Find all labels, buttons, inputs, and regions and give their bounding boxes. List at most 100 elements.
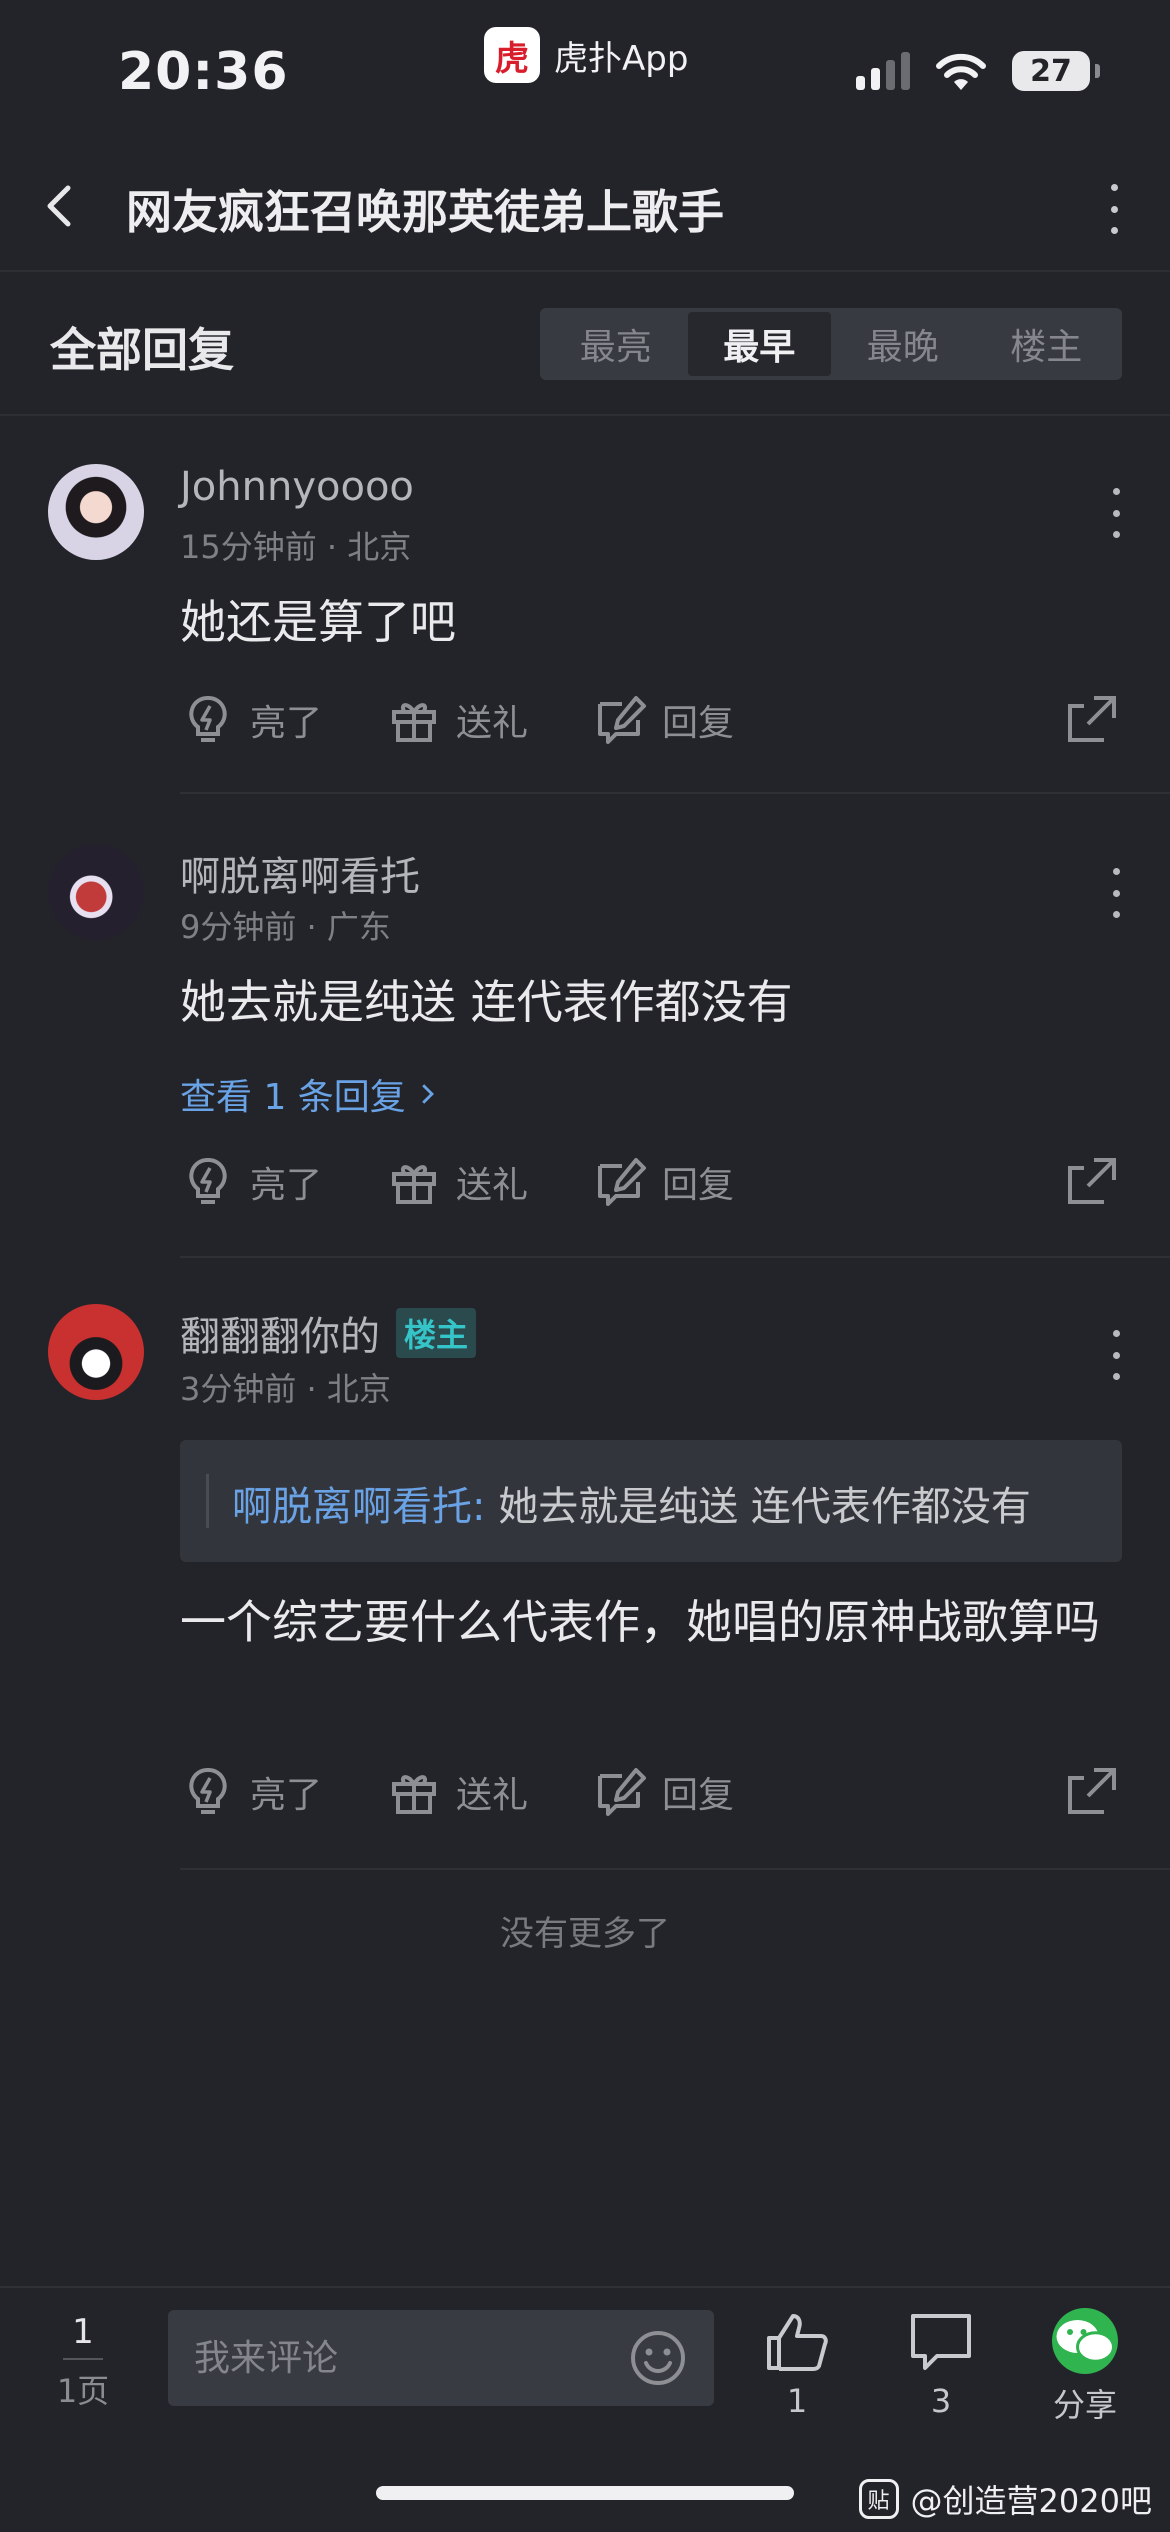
lightbulb-icon <box>189 1768 227 1814</box>
comment-meta: 9分钟前 · 广东 <box>180 908 391 946</box>
comment-author[interactable]: Johnnyoooo <box>180 464 414 510</box>
comment-count: 3 <box>930 2382 952 2420</box>
comment-author[interactable]: 啊脱离啊看托 <box>180 844 420 902</box>
quote-user[interactable]: 啊脱离啊看托: <box>232 1484 485 1530</box>
reply-edit-icon <box>598 696 646 744</box>
status-icons: 27 <box>856 50 1100 92</box>
author-name: 翻翻翻你的 <box>180 1314 380 1360</box>
reply-edit-icon <box>598 1158 646 1206</box>
reply-label: 回复 <box>662 703 735 744</box>
share-icon[interactable] <box>1064 1154 1120 1210</box>
view-replies-link[interactable]: 查看 1 条回复 <box>180 1068 436 1120</box>
reply-label: 回复 <box>662 1165 735 1206</box>
comment-item: 啊脱离啊看托 9分钟前 · 广东 她去就是纯送 连代表作都没有 查看 1 条回复… <box>0 798 1170 1258</box>
total-pages: 1页 <box>56 2372 110 2410</box>
gift-label: 送礼 <box>456 703 529 744</box>
light-label: 亮了 <box>250 1775 323 1816</box>
cellular-signal-icon <box>856 52 910 90</box>
more-vertical-icon[interactable] <box>1096 868 1136 918</box>
gift-button[interactable]: 送礼 <box>386 688 528 752</box>
light-button[interactable]: 亮了 <box>180 688 322 752</box>
quote-text: 啊脱离啊看托: 她去就是纯送 连代表作都没有 <box>232 1474 1031 1532</box>
comment-meta: 15分钟前 · 北京 <box>180 528 412 566</box>
chevron-right-icon <box>422 1084 434 1104</box>
reply-edit-icon <box>598 1768 646 1816</box>
lightbulb-icon <box>189 696 227 742</box>
reply-button[interactable]: 回复 <box>592 1150 734 1214</box>
comment-text: 她还是算了吧 <box>180 595 456 649</box>
comment-author[interactable]: 翻翻翻你的 楼主 <box>180 1304 477 1362</box>
tab-latest[interactable]: 最晚 <box>831 312 975 376</box>
gift-icon <box>392 703 436 742</box>
avatar[interactable] <box>48 1304 144 1400</box>
comments-button[interactable]: 3 <box>886 2308 996 2420</box>
watermark: 贴 @创造营2020吧 <box>858 2476 1152 2522</box>
tab-hottest[interactable]: 最亮 <box>544 312 688 376</box>
tab-earliest[interactable]: 最早 <box>687 312 831 376</box>
tieba-logo-icon: 贴 <box>858 2479 899 2519</box>
app-name: 虎扑App <box>554 38 689 79</box>
more-vertical-icon[interactable] <box>1096 1330 1136 1380</box>
gift-icon <box>392 1165 436 1204</box>
like-count: 1 <box>786 2382 808 2420</box>
lightbulb-icon <box>189 1158 227 1204</box>
battery-icon: 27 <box>1012 51 1100 91</box>
replies-title: 全部回复 <box>50 323 234 377</box>
wifi-icon <box>936 53 986 90</box>
page-indicator[interactable]: 1 1页 <box>40 2312 126 2412</box>
comment-item: Johnnyoooo 15分钟前 · 北京 她还是算了吧 亮了 送礼 回复 <box>0 418 1170 798</box>
divider <box>180 1868 1170 1870</box>
gift-button[interactable]: 送礼 <box>386 1760 528 1824</box>
gift-label: 送礼 <box>456 1775 529 1816</box>
avatar[interactable] <box>48 844 144 940</box>
divider <box>63 2358 103 2360</box>
quoted-reply[interactable]: 啊脱离啊看托: 她去就是纯送 连代表作都没有 <box>180 1440 1122 1562</box>
light-label: 亮了 <box>250 1165 323 1206</box>
thumbs-up-icon <box>767 2314 828 2371</box>
comment-bubble-icon <box>911 2314 971 2370</box>
reply-label: 回复 <box>662 1775 735 1816</box>
author-name: Johnnyoooo <box>180 464 414 510</box>
more-vertical-icon[interactable] <box>1096 488 1136 538</box>
comment-actions: 亮了 送礼 回复 <box>180 1150 1120 1214</box>
light-button[interactable]: 亮了 <box>180 1760 322 1824</box>
watermark-text: @创造营2020吧 <box>910 2482 1152 2520</box>
share-icon[interactable] <box>1064 692 1120 748</box>
comment-text: 一个综艺要什么代表作，她唱的原神战歌算吗 <box>180 1595 1100 1649</box>
share-icon[interactable] <box>1064 1764 1120 1820</box>
status-bar: 20:36 虎 虎扑App 27 <box>0 0 1170 140</box>
avatar[interactable] <box>48 464 144 560</box>
emoji-icon[interactable] <box>628 2328 688 2388</box>
wechat-icon <box>1052 2308 1118 2374</box>
quote-content: 她去就是纯送 连代表作都没有 <box>485 1484 1031 1530</box>
author-name: 啊脱离啊看托 <box>180 854 420 900</box>
sort-tabs: 最亮 最早 最晚 楼主 <box>540 308 1122 380</box>
quote-bar <box>206 1474 209 1528</box>
view-replies-label: 查看 1 条回复 <box>180 1077 406 1118</box>
like-button[interactable]: 1 <box>742 2308 852 2420</box>
share-label: 分享 <box>1052 2386 1117 2424</box>
tab-op-only[interactable]: 楼主 <box>975 312 1119 376</box>
gift-button[interactable]: 送礼 <box>386 1150 528 1214</box>
divider <box>180 792 1170 794</box>
comment-text: 她去就是纯送 连代表作都没有 <box>180 975 793 1029</box>
status-time: 20:36 <box>118 42 289 102</box>
thread-replies-page: 20:36 虎 虎扑App 27 网友疯狂召唤那英徒弟上歌手 全部回复 最亮 最… <box>0 0 1170 2532</box>
comment-actions: 亮了 送礼 回复 <box>180 688 1120 752</box>
light-label: 亮了 <box>250 703 323 744</box>
share-button[interactable]: 分享 <box>1030 2308 1140 2426</box>
gift-icon <box>392 1775 436 1814</box>
op-badge: 楼主 <box>396 1308 477 1358</box>
light-button[interactable]: 亮了 <box>180 1150 322 1214</box>
chevron-left-icon[interactable] <box>36 180 88 232</box>
more-vertical-icon[interactable] <box>1094 184 1134 234</box>
hupu-logo-icon: 虎 <box>484 27 540 83</box>
home-indicator[interactable] <box>376 2486 794 2500</box>
gift-label: 送礼 <box>456 1165 529 1206</box>
reply-button[interactable]: 回复 <box>592 1760 734 1824</box>
reply-button[interactable]: 回复 <box>592 688 734 752</box>
no-more-text: 没有更多了 <box>500 1914 670 1954</box>
thread-title: 网友疯狂召唤那英徒弟上歌手 <box>126 185 724 239</box>
current-page: 1 <box>72 2312 94 2352</box>
nav-bar: 网友疯狂召唤那英徒弟上歌手 <box>0 140 1170 272</box>
